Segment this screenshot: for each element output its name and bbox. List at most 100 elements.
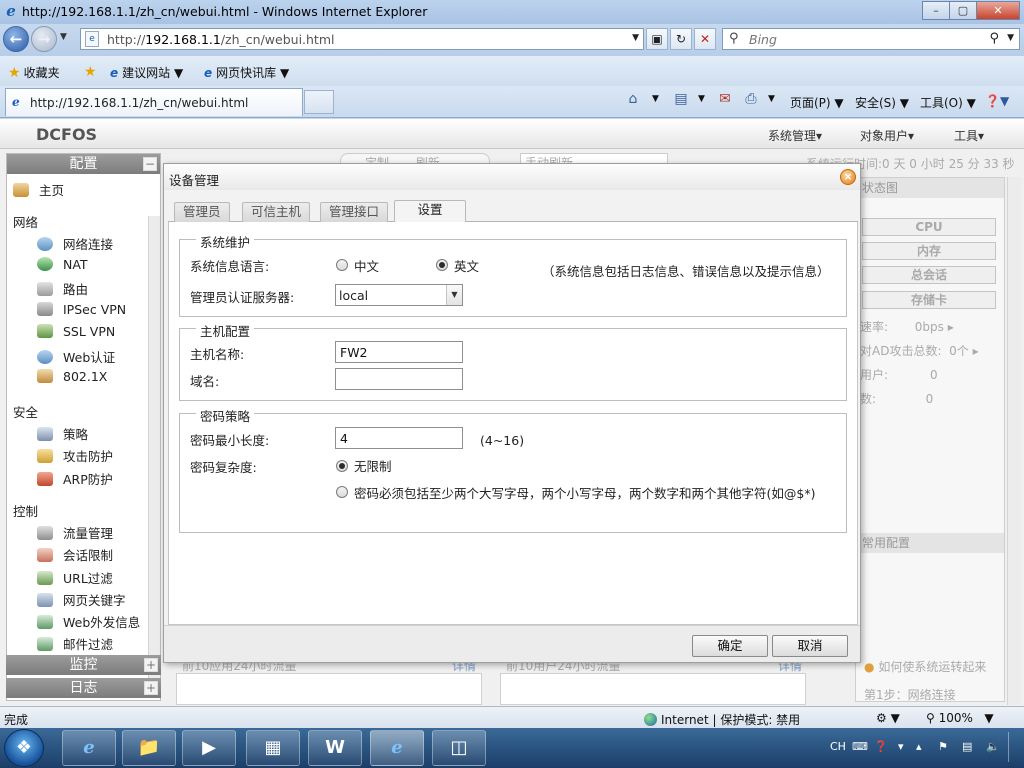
zoom-control[interactable]: ⚲ 100% ▼ xyxy=(926,711,994,725)
new-tab-button[interactable] xyxy=(304,90,334,114)
sidebar-item-url-filter[interactable]: URL过滤 xyxy=(37,568,113,587)
input-language[interactable]: CH xyxy=(830,740,846,753)
min-length-input[interactable] xyxy=(335,427,463,449)
page-scrollbar[interactable] xyxy=(1007,177,1021,705)
domain-input[interactable] xyxy=(335,368,463,390)
sidebar-item-web-auth[interactable]: Web认证 xyxy=(37,347,115,366)
network-icon[interactable]: ▤ xyxy=(962,740,972,753)
taskbar-word-icon[interactable]: W xyxy=(308,730,362,766)
expand-icon[interactable]: + xyxy=(144,658,158,672)
suggested-sites-button[interactable]: e 建议网站 ▼ xyxy=(110,64,183,81)
complexity-strict-label[interactable]: 密码必须包括至少两个大写字母，两个小写字母，两个数字和两个其他字符(如@$*) xyxy=(354,483,815,502)
language-en-label[interactable]: 英文 xyxy=(454,256,479,275)
address-url[interactable]: http://192.168.1.1/zh_cn/webui.html xyxy=(107,32,335,47)
sidebar-item-mail-filter[interactable]: 邮件过滤 xyxy=(37,634,113,653)
sidebar-item-attack-defense[interactable]: 攻击防护 xyxy=(37,446,113,465)
sidebar-item-web-outbound-info[interactable]: Web外发信息 xyxy=(37,612,140,631)
compatibility-view-icon[interactable]: ▣ xyxy=(646,28,668,50)
ok-button[interactable]: 确定 xyxy=(692,635,768,657)
menu-object-users[interactable]: 对象用户▾ xyxy=(860,127,914,144)
search-input[interactable] xyxy=(749,31,989,47)
search-options-icon[interactable]: ▼ xyxy=(1007,33,1014,43)
sidebar-item-nat[interactable]: NAT xyxy=(37,257,88,272)
complexity-unlimited-radio[interactable] xyxy=(336,460,348,472)
tools-menu[interactable]: 工具(O) ▼ xyxy=(920,94,976,111)
mail-icon[interactable]: ✉ xyxy=(716,91,734,109)
taskbar-ie-active-icon[interactable]: e xyxy=(370,730,424,766)
search-box[interactable]: ⚲ ⚲ ▼ xyxy=(722,28,1020,50)
help-icon[interactable]: ❓▼ xyxy=(985,94,1009,108)
home-dropdown-icon[interactable]: ▼ xyxy=(652,94,659,104)
browser-tab[interactable]: e http://192.168.1.1/zh_cn/webui.html xyxy=(5,88,303,116)
hostname-input[interactable] xyxy=(335,341,463,363)
complexity-unlimited-label[interactable]: 无限制 xyxy=(354,456,392,475)
stop-icon[interactable]: ✕ xyxy=(694,28,716,50)
sidebar-item-web-keyword[interactable]: 网页关键字 xyxy=(37,590,126,609)
complexity-strict-radio[interactable] xyxy=(336,486,348,498)
dialog-close-icon[interactable]: × xyxy=(840,169,856,185)
maximize-button[interactable]: ▢ xyxy=(949,1,977,20)
menu-system-management[interactable]: 系统管理▾ xyxy=(768,127,822,144)
minimize-button[interactable]: – xyxy=(922,1,950,20)
cancel-button[interactable]: 取消 xyxy=(772,635,848,657)
favorites-button[interactable]: ★ 收藏夹 xyxy=(8,64,60,81)
taskbar-app-icon[interactable]: ◫ xyxy=(432,730,486,766)
sidebar-monitor-header[interactable]: 监控 + xyxy=(6,655,161,675)
taskbar-explorer-icon[interactable]: 📁 xyxy=(122,730,176,766)
sidebar-item-traffic-management[interactable]: 流量管理 xyxy=(37,523,113,542)
tray-expand-icon[interactable]: ▴ xyxy=(916,740,922,753)
collapse-icon[interactable]: − xyxy=(143,157,157,171)
tab-trusted-hosts[interactable]: 可信主机 xyxy=(242,202,311,222)
home-icon[interactable]: ⌂ xyxy=(624,91,642,109)
sidebar-log-header[interactable]: 日志 + xyxy=(6,678,161,698)
address-bar[interactable]: e http://192.168.1.1/zh_cn/webui.html ▼ xyxy=(80,28,644,50)
chevron-down-icon[interactable]: ▼ xyxy=(446,285,462,305)
sidebar-item-routing[interactable]: 路由 xyxy=(37,279,88,298)
sidebar-item-ipsec-vpn[interactable]: IPSec VPN xyxy=(37,302,126,317)
tab-management-interface[interactable]: 管理接口 xyxy=(320,202,389,222)
security-zone[interactable]: Internet | 保护模式: 禁用 xyxy=(644,711,800,728)
tab-settings[interactable]: 设置 xyxy=(394,200,466,223)
show-desktop-button[interactable] xyxy=(1008,732,1020,762)
sidebar-item-home[interactable]: 主页 xyxy=(13,180,64,199)
print-icon[interactable]: ⎙ xyxy=(742,91,760,109)
flag-icon[interactable]: ⚑ xyxy=(938,740,948,753)
address-dropdown-icon[interactable]: ▼ xyxy=(632,33,639,43)
start-button[interactable]: ❖ xyxy=(4,729,44,767)
page-menu[interactable]: 页面(P) ▼ xyxy=(790,94,844,111)
taskbar-ie-icon[interactable]: e xyxy=(62,730,116,766)
auth-server-select[interactable]: local ▼ xyxy=(335,284,463,306)
expand-icon[interactable]: + xyxy=(144,681,158,695)
add-favorites-icon[interactable]: ★ xyxy=(84,64,100,80)
web-slice-gallery-button[interactable]: e 网页快讯库 ▼ xyxy=(204,64,289,81)
sidebar-item-network-connection[interactable]: 网络连接 xyxy=(37,234,113,253)
history-dropdown-icon[interactable]: ▼ xyxy=(60,32,67,42)
language-en-radio[interactable] xyxy=(436,259,448,271)
menu-tools[interactable]: 工具▾ xyxy=(954,127,984,144)
taskbar-media-player-icon[interactable]: ▶ xyxy=(182,730,236,766)
sidebar-config-header[interactable]: 配置 − xyxy=(7,154,160,174)
feeds-dropdown-icon[interactable]: ▼ xyxy=(698,94,705,104)
tray-options-icon[interactable]: ▾ xyxy=(898,740,904,753)
taskbar-network-tool-icon[interactable]: ▦ xyxy=(246,730,300,766)
help-tray-icon[interactable]: ❓ xyxy=(874,740,888,753)
print-dropdown-icon[interactable]: ▼ xyxy=(768,94,775,104)
tab-administrators[interactable]: 管理员 xyxy=(174,202,230,222)
sidebar-item-ssl-vpn[interactable]: SSL VPN xyxy=(37,324,115,339)
sidebar-item-arp-defense[interactable]: ARP防护 xyxy=(37,469,113,488)
close-window-button[interactable]: ✕ xyxy=(976,1,1020,20)
forward-button[interactable]: → xyxy=(31,26,57,52)
sidebar-scrollbar[interactable] xyxy=(148,216,160,680)
safety-menu[interactable]: 安全(S) ▼ xyxy=(855,94,909,111)
language-zh-radio[interactable] xyxy=(336,259,348,271)
sidebar-item-session-limit[interactable]: 会话限制 xyxy=(37,545,113,564)
language-zh-label[interactable]: 中文 xyxy=(354,256,379,275)
sidebar-item-8021x[interactable]: 802.1X xyxy=(37,369,107,384)
volume-icon[interactable]: 🔈 xyxy=(986,740,1000,753)
keyboard-icon[interactable]: ⌨ xyxy=(852,740,868,753)
popup-settings-icon[interactable]: ⚙ ▼ xyxy=(876,711,900,725)
refresh-icon[interactable]: ↻ xyxy=(670,28,692,50)
search-icon[interactable]: ⚲ xyxy=(989,31,999,46)
sidebar-item-policy[interactable]: 策略 xyxy=(37,424,88,443)
back-button[interactable]: ← xyxy=(3,26,29,52)
